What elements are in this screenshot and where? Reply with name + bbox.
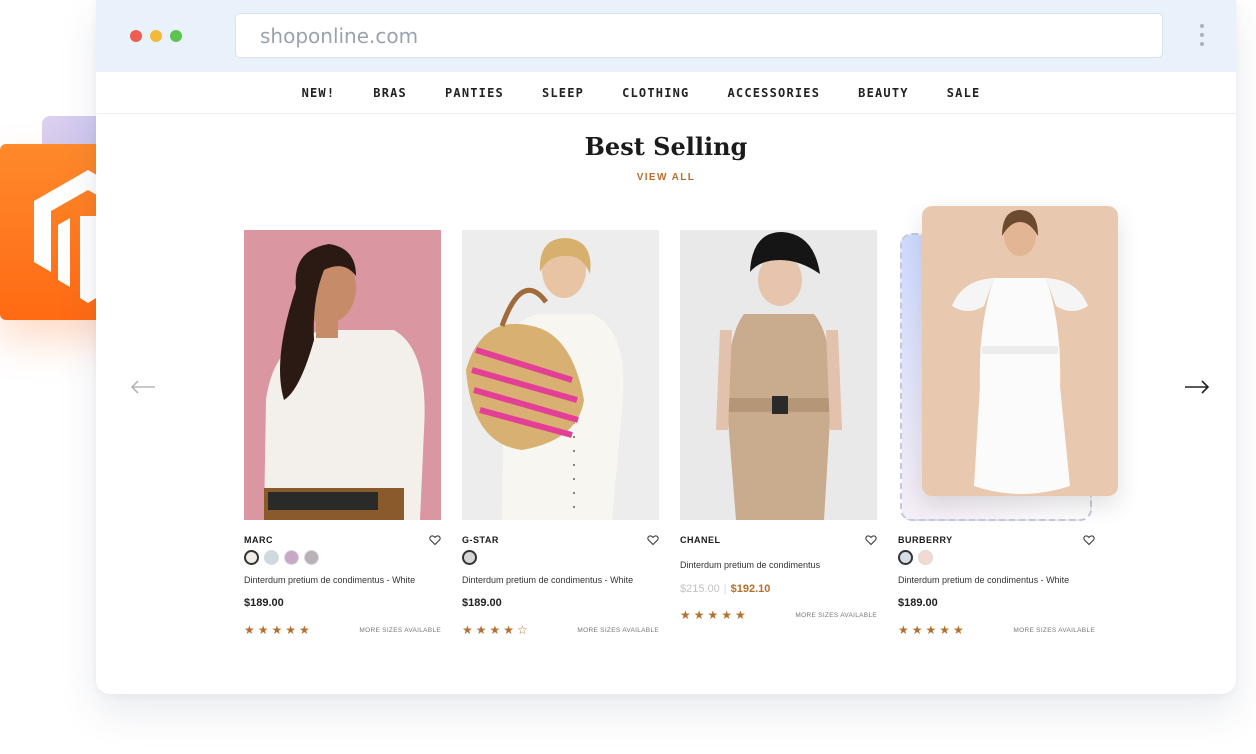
arrow-right-icon[interactable] bbox=[1182, 376, 1212, 398]
product-image[interactable] bbox=[680, 230, 877, 520]
color-swatch[interactable] bbox=[264, 550, 279, 565]
color-swatch[interactable] bbox=[304, 550, 319, 565]
color-swatch[interactable] bbox=[918, 550, 933, 565]
product-price: $215.00 | $192.10 bbox=[680, 583, 770, 595]
sale-price: $192.10 bbox=[730, 583, 771, 595]
browser-toolbar: shoponline.com bbox=[96, 0, 1236, 72]
dragged-product-image[interactable] bbox=[922, 206, 1118, 496]
product-card[interactable]: CHANEL Dinterdum pretium de condimentus … bbox=[680, 230, 877, 622]
color-swatches bbox=[898, 550, 933, 565]
more-sizes-label: MORE SIZES AVAILABLE bbox=[795, 612, 877, 619]
close-dot[interactable] bbox=[130, 30, 142, 42]
section-title: Best Selling bbox=[584, 132, 748, 161]
nav-item-bras[interactable]: BRAS bbox=[373, 86, 407, 100]
more-sizes-label: MORE SIZES AVAILABLE bbox=[359, 627, 441, 634]
nav-item-sleep[interactable]: SLEEP bbox=[542, 86, 584, 100]
product-brand[interactable]: G-STAR bbox=[462, 535, 499, 545]
product-card[interactable]: G-STAR Dinterdum pretium de condimentus … bbox=[462, 230, 659, 637]
rating-stars: ★★★★★ bbox=[898, 623, 967, 637]
product-brand[interactable]: BURBERRY bbox=[898, 535, 953, 545]
product-description[interactable]: Dinterdum pretium de condimentus - White bbox=[462, 575, 633, 585]
category-nav: NEW! BRAS PANTIES SLEEP CLOTHING ACCESSO… bbox=[96, 72, 1236, 114]
nav-item-new[interactable]: NEW! bbox=[302, 86, 336, 100]
nav-item-accessories[interactable]: ACCESSORIES bbox=[727, 86, 820, 100]
product-price: $189.00 bbox=[244, 597, 284, 609]
heart-icon[interactable] bbox=[865, 533, 877, 546]
rating-stars: ★★★★☆ bbox=[462, 623, 531, 637]
rating-stars: ★★★★★ bbox=[680, 608, 749, 622]
product-description[interactable]: Dinterdum pretium de condimentus bbox=[680, 560, 820, 570]
product-image[interactable] bbox=[244, 230, 441, 520]
product-description[interactable]: Dinterdum pretium de condimentus - White bbox=[244, 575, 415, 585]
color-swatches bbox=[462, 550, 477, 565]
nav-item-beauty[interactable]: BEAUTY bbox=[858, 86, 909, 100]
product-price: $189.00 bbox=[898, 597, 938, 609]
color-swatches bbox=[244, 550, 319, 565]
product-price: $189.00 bbox=[462, 597, 502, 609]
product-card[interactable]: MARC Dinterdum pretium de condimentus - … bbox=[244, 230, 441, 637]
color-swatch[interactable] bbox=[244, 550, 259, 565]
address-bar[interactable]: shoponline.com bbox=[235, 13, 1163, 58]
heart-icon[interactable] bbox=[647, 533, 659, 546]
minimize-dot[interactable] bbox=[150, 30, 162, 42]
arrow-left-icon[interactable] bbox=[128, 376, 158, 398]
heart-icon[interactable] bbox=[429, 533, 441, 546]
product-brand[interactable]: MARC bbox=[244, 535, 273, 545]
view-all-link[interactable]: VIEW ALL bbox=[96, 172, 1236, 183]
color-swatch[interactable] bbox=[462, 550, 477, 565]
product-description[interactable]: Dinterdum pretium de condimentus - White bbox=[898, 575, 1069, 585]
rating-stars: ★★★★★ bbox=[244, 623, 313, 637]
maximize-dot[interactable] bbox=[170, 30, 182, 42]
more-sizes-label: MORE SIZES AVAILABLE bbox=[1013, 627, 1095, 634]
nav-item-clothing[interactable]: CLOTHING bbox=[622, 86, 689, 100]
price-separator: | bbox=[723, 583, 727, 595]
window-controls bbox=[130, 30, 182, 42]
original-price: $215.00 bbox=[680, 583, 720, 595]
heart-icon[interactable] bbox=[1083, 533, 1095, 546]
nav-item-sale[interactable]: SALE bbox=[947, 86, 981, 100]
more-sizes-label: MORE SIZES AVAILABLE bbox=[577, 627, 659, 634]
product-brand[interactable]: CHANEL bbox=[680, 535, 721, 545]
product-image[interactable] bbox=[462, 230, 659, 520]
nav-item-panties[interactable]: PANTIES bbox=[445, 86, 504, 100]
more-options-icon[interactable] bbox=[1197, 24, 1207, 50]
color-swatch[interactable] bbox=[284, 550, 299, 565]
color-swatch[interactable] bbox=[898, 550, 913, 565]
